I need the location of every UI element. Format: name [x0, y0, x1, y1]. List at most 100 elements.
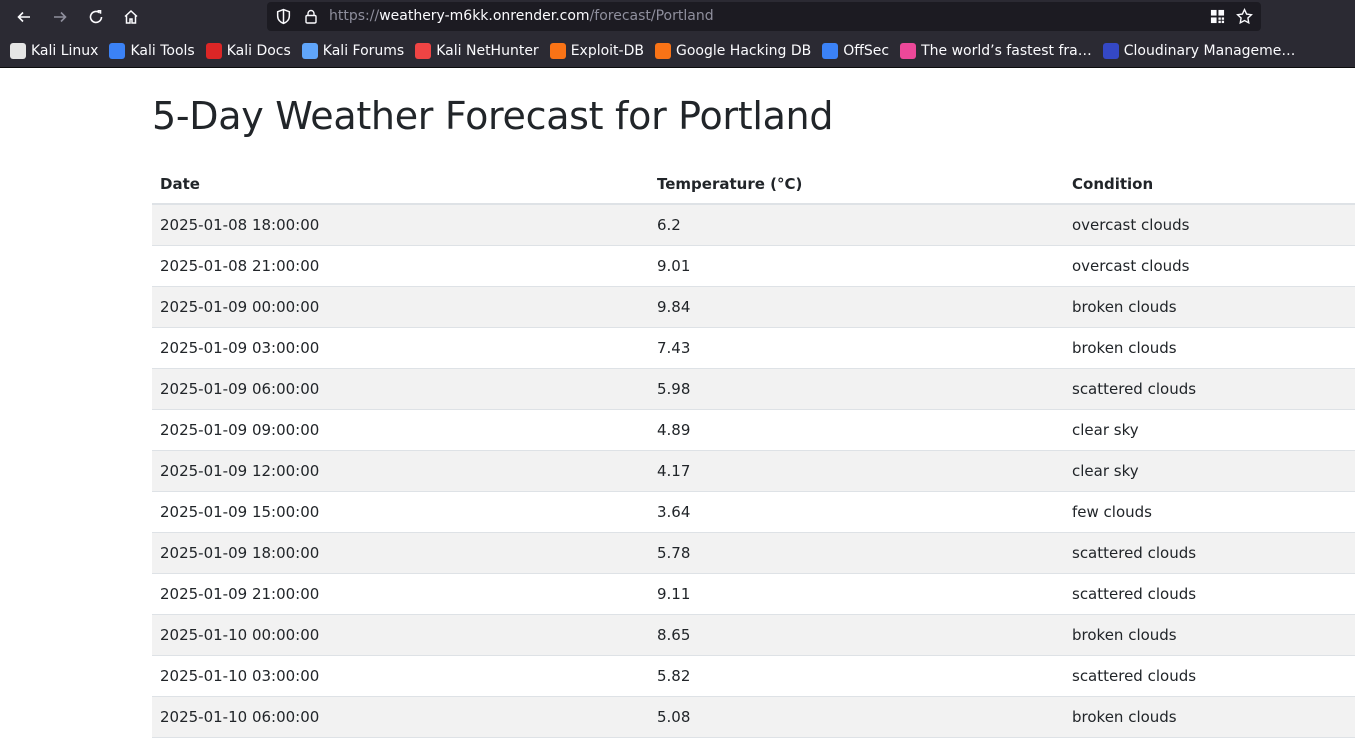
page-content: 5-Day Weather Forecast for Portland Date… [0, 68, 1355, 745]
bookmark-item[interactable]: Kali Docs [205, 39, 296, 63]
browser-toolbar: https://weathery-m6kk.onrender.com/forec… [0, 0, 1355, 34]
bookmark-label: Kali Tools [130, 42, 195, 59]
back-arrow-icon [17, 11, 30, 23]
table-header-row: Date Temperature (°C) Condition [152, 164, 1355, 205]
offsec-icon [822, 42, 839, 59]
header-date: Date [152, 164, 649, 205]
cell-date: 2025-01-09 15:00:00 [152, 491, 649, 533]
bookmark-item[interactable]: Kali Forums [301, 39, 409, 63]
kali-forums-icon [301, 42, 318, 59]
cell-date: 2025-01-09 09:00:00 [152, 409, 649, 451]
cell-condition: scattered clouds [1064, 655, 1355, 697]
bookmark-label: Kali Linux [31, 42, 99, 59]
cell-date: 2025-01-09 21:00:00 [152, 573, 649, 615]
url-path: /forecast/Portland [589, 8, 714, 24]
cell-date: 2025-01-10 03:00:00 [152, 655, 649, 697]
url-text[interactable]: https://weathery-m6kk.onrender.com/forec… [329, 8, 714, 24]
table-row: 2025-01-09 09:00:00 4.89 clear sky [152, 409, 1355, 451]
cell-temperature: 5.98 [649, 368, 1064, 410]
cell-temperature: 5.82 [649, 655, 1064, 697]
forward-arrow-icon [54, 11, 67, 23]
cell-condition: broken clouds [1064, 327, 1355, 369]
table-row: 2025-01-09 21:00:00 9.11 scattered clouds [152, 573, 1355, 615]
bookmarks-toolbar: Kali Linux Kali Tools Kali Docs Kali Forums… [0, 34, 1355, 68]
url-host: weathery-m6kk.onrender.com [379, 8, 590, 24]
kali-tools-icon [109, 42, 126, 59]
cell-temperature: 5.08 [649, 696, 1064, 738]
home-button[interactable] [118, 4, 144, 30]
cell-date: 2025-01-08 18:00:00 [152, 204, 649, 246]
table-row: 2025-01-09 03:00:00 7.43 broken clouds [152, 327, 1355, 369]
qr-code-icon[interactable] [1210, 9, 1225, 24]
hono-icon [900, 42, 917, 59]
cell-temperature: 3.64 [649, 491, 1064, 533]
bookmark-item[interactable]: The world’s fastest fra… [900, 39, 1097, 63]
table-row: 2025-01-09 12:00:00 4.17 clear sky [152, 450, 1355, 492]
table-row: 2025-01-09 00:00:00 9.84 broken clouds [152, 286, 1355, 328]
bookmark-item[interactable]: Cloudinary Manageme… [1102, 39, 1301, 63]
table-row: 2025-01-10 03:00:00 5.82 scattered clouds [152, 655, 1355, 697]
lock-icon[interactable] [303, 8, 319, 25]
cell-temperature: 6.2 [649, 204, 1064, 246]
cell-temperature: 4.17 [649, 450, 1064, 492]
cell-temperature: 7.43 [649, 327, 1064, 369]
ghdb-icon [654, 42, 671, 59]
bookmark-item[interactable]: Google Hacking DB [654, 39, 816, 63]
cell-temperature: 9.84 [649, 286, 1064, 328]
bookmark-item[interactable]: OffSec [822, 39, 894, 63]
cell-condition: scattered clouds [1064, 368, 1355, 410]
exploit-db-icon [549, 42, 566, 59]
bookmark-label: Cloudinary Manageme… [1123, 42, 1296, 59]
cell-condition: broken clouds [1064, 286, 1355, 328]
kali-dragon-icon [10, 42, 26, 59]
cell-condition: broken clouds [1064, 614, 1355, 656]
forecast-table-body: 2025-01-08 18:00:00 6.2 overcast clouds 202… [152, 204, 1355, 738]
bookmark-label: Google Hacking DB [675, 42, 812, 59]
table-row: 2025-01-08 18:00:00 6.2 overcast clouds [152, 204, 1355, 246]
bookmark-label: OffSec [843, 42, 890, 59]
table-row: 2025-01-09 15:00:00 3.64 few clouds [152, 491, 1355, 533]
nethunter-icon [415, 42, 432, 59]
bookmark-item[interactable]: Exploit-DB [549, 39, 649, 63]
bookmark-label: Exploit-DB [570, 42, 644, 59]
header-temperature: Temperature (°C) [649, 164, 1064, 205]
back-button[interactable] [11, 4, 37, 30]
cell-date: 2025-01-09 00:00:00 [152, 286, 649, 328]
url-scheme: https:// [329, 8, 380, 24]
reload-button[interactable] [83, 4, 109, 30]
bookmark-label: Kali NetHunter [436, 42, 539, 59]
cell-condition: scattered clouds [1064, 573, 1355, 615]
cell-temperature: 8.65 [649, 614, 1064, 656]
shield-icon[interactable] [275, 8, 292, 25]
cell-date: 2025-01-10 06:00:00 [152, 696, 649, 738]
cell-condition: overcast clouds [1064, 204, 1355, 246]
reload-icon [89, 10, 103, 24]
bookmark-item[interactable]: Kali NetHunter [415, 39, 543, 63]
page-title: 5-Day Weather Forecast for Portland [152, 94, 834, 138]
cell-temperature: 5.78 [649, 532, 1064, 574]
bookmark-star-icon[interactable] [1236, 8, 1253, 25]
kali-docs-icon [205, 42, 222, 59]
cell-date: 2025-01-09 06:00:00 [152, 368, 649, 410]
cell-condition: few clouds [1064, 491, 1355, 533]
cell-condition: scattered clouds [1064, 532, 1355, 574]
address-bar[interactable]: https://weathery-m6kk.onrender.com/forec… [267, 2, 1261, 31]
cell-condition: broken clouds [1064, 696, 1355, 738]
cell-date: 2025-01-09 18:00:00 [152, 532, 649, 574]
cell-condition: clear sky [1064, 450, 1355, 492]
cell-date: 2025-01-08 21:00:00 [152, 245, 649, 287]
table-row: 2025-01-10 06:00:00 5.08 broken clouds [152, 696, 1355, 738]
bookmark-item[interactable]: Kali Linux [10, 39, 103, 63]
forward-button[interactable] [47, 4, 73, 30]
cell-temperature: 4.89 [649, 409, 1064, 451]
table-row: 2025-01-08 21:00:00 9.01 overcast clouds [152, 245, 1355, 287]
cell-date: 2025-01-09 03:00:00 [152, 327, 649, 369]
bookmark-label: Kali Docs [226, 42, 291, 59]
cell-temperature: 9.01 [649, 245, 1064, 287]
table-row: 2025-01-10 00:00:00 8.65 broken clouds [152, 614, 1355, 656]
cloudinary-icon [1102, 42, 1119, 59]
cell-temperature: 9.11 [649, 573, 1064, 615]
table-row: 2025-01-09 06:00:00 5.98 scattered clouds [152, 368, 1355, 410]
bookmark-item[interactable]: Kali Tools [109, 39, 199, 63]
home-icon [124, 9, 138, 24]
